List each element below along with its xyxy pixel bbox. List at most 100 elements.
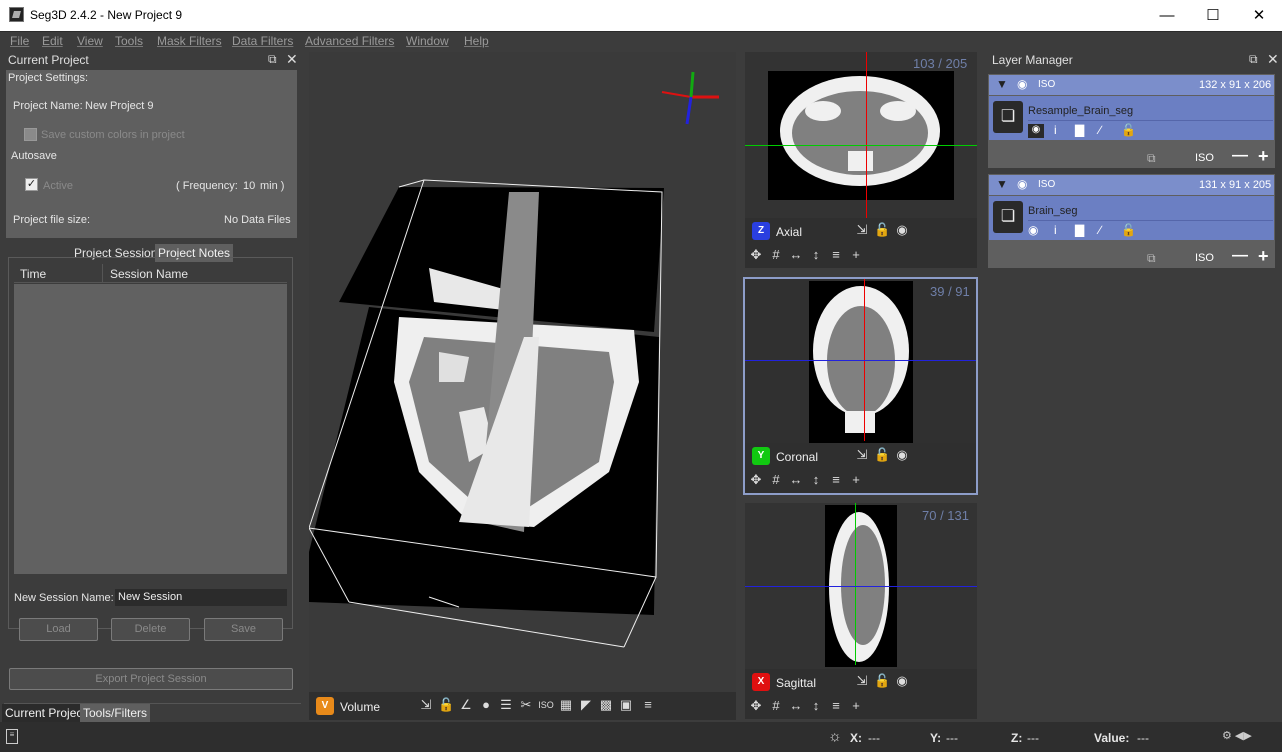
menu-data-filters[interactable]: Data Filters — [232, 34, 293, 48]
coronal-crosshair-icon[interactable]: ✥ — [748, 472, 764, 488]
axial-grid-icon[interactable]: # — [768, 247, 784, 263]
layer-histogram-icon[interactable]: ▇ — [1075, 223, 1084, 237]
group-eye-icon[interactable]: ◉ — [1017, 177, 1027, 191]
axial-plus-icon[interactable]: + — [848, 247, 864, 263]
coronal-menu-icon[interactable]: ≡ — [828, 472, 844, 488]
light-icon[interactable]: ● — [478, 697, 494, 713]
sagittal-viewport[interactable]: 70 / 131 — [745, 503, 977, 669]
axial-menu-icon[interactable]: ≡ — [828, 247, 844, 263]
layer-eye-icon[interactable]: ◉ — [1028, 223, 1038, 237]
column-time[interactable]: Time — [20, 267, 46, 281]
coronal-fit-icon[interactable]: ⇲ — [854, 447, 870, 463]
layer-name[interactable]: Resample_Brain_seg — [1028, 105, 1133, 117]
layer-brush-icon[interactable]: ∕ — [1099, 123, 1101, 137]
menu-mask-filters[interactable]: Mask Filters — [157, 34, 222, 48]
menu-tools[interactable]: Tools — [115, 34, 143, 48]
menu-view[interactable]: View — [77, 34, 103, 48]
coronal-eye-icon[interactable]: ◉ — [894, 447, 910, 463]
layer-close-icon[interactable]: ✕ — [1267, 51, 1279, 68]
sagittal-grid-icon[interactable]: # — [768, 698, 784, 714]
fit-icon[interactable]: ⇲ — [418, 697, 434, 713]
load-button[interactable]: Load — [19, 618, 98, 641]
coronal-lock-icon[interactable]: 🔓 — [874, 447, 890, 463]
layer-float-icon[interactable]: ⧉ — [1249, 52, 1258, 67]
status-tools-icon[interactable]: ⚙ ◀▶ — [1222, 729, 1252, 742]
float-icon[interactable]: ⧉ — [268, 52, 277, 67]
collapse-icon[interactable]: ▼ — [996, 77, 1008, 91]
layer-brush-icon[interactable]: ∕ — [1099, 223, 1101, 237]
lock-icon[interactable]: 🔓 — [438, 697, 454, 713]
tab-current-project[interactable]: Current Project — [2, 704, 89, 722]
layer-row[interactable]: ❏ Resample_Brain_seg ◉ i ▇ ∕ 🔓 — [989, 96, 1274, 140]
group-eye-icon[interactable]: ◉ — [1017, 77, 1027, 91]
menu-edit[interactable]: Edit — [42, 34, 63, 48]
sagittal-menu-icon[interactable]: ≡ — [828, 698, 844, 714]
axial-lock-icon[interactable]: 🔓 — [874, 222, 890, 238]
sagittal-badge[interactable]: X — [752, 673, 770, 691]
coronal-plus-icon[interactable]: + — [848, 472, 864, 488]
menu-window[interactable]: Window — [406, 34, 449, 48]
layer-eye-icon[interactable]: ◉ — [1028, 124, 1044, 138]
column-session-name[interactable]: Session Name — [110, 267, 188, 281]
layer-row[interactable]: ❏ Brain_seg ◉ i ▇ ∕ 🔓 — [989, 196, 1274, 240]
bbox-icon[interactable]: ▦ — [558, 697, 574, 713]
sagittal-lock-icon[interactable]: 🔓 — [874, 673, 890, 689]
sagittal-eye-icon[interactable]: ◉ — [894, 673, 910, 689]
tab-tools-filters[interactable]: Tools/Filters — [80, 704, 151, 722]
coronal-flip-v-icon[interactable]: ↕ — [808, 472, 824, 488]
layer-info-icon[interactable]: i — [1054, 223, 1057, 237]
add-layer-icon[interactable]: + — [1258, 146, 1269, 167]
axes-gizmo[interactable] — [661, 71, 719, 125]
layer-iso-button[interactable]: ISO — [1195, 252, 1214, 264]
slices-icon[interactable]: ☰ — [498, 697, 514, 713]
grid-icon[interactable]: ▣ — [618, 697, 634, 713]
sagittal-crosshair-icon[interactable]: ✥ — [748, 698, 764, 714]
autosave-active-checkbox[interactable]: ✓ — [25, 178, 38, 191]
axial-badge[interactable]: Z — [752, 222, 770, 240]
sagittal-flip-h-icon[interactable]: ↔ — [788, 698, 804, 714]
remove-layer-icon[interactable]: — — [1232, 147, 1248, 165]
iso-icon[interactable]: ISO — [538, 697, 554, 713]
log-icon[interactable]: ≡ — [6, 729, 18, 744]
volume-icon[interactable]: ▩ — [598, 697, 614, 713]
axial-flip-v-icon[interactable]: ↕ — [808, 247, 824, 263]
coronal-flip-h-icon[interactable]: ↔ — [788, 472, 804, 488]
layer-lock-icon[interactable]: 🔓 — [1121, 123, 1136, 137]
angle-icon[interactable]: ∠ — [458, 697, 474, 713]
overlay-icon[interactable]: ◤ — [578, 697, 594, 713]
volume-viewer[interactable] — [308, 52, 736, 692]
menu-advanced-filters[interactable]: Advanced Filters — [305, 34, 394, 48]
layer-info-icon[interactable]: i — [1054, 123, 1057, 137]
menu-icon[interactable]: ≡ — [640, 697, 656, 713]
sagittal-plus-icon[interactable]: + — [848, 698, 864, 714]
axial-eye-icon[interactable]: ◉ — [894, 222, 910, 238]
layer-group-header[interactable]: ▼ ◉ ISO 132 x 91 x 206 — [989, 75, 1274, 95]
layer-lock-icon[interactable]: 🔓 — [1121, 223, 1136, 237]
collapse-icon[interactable]: ▼ — [996, 177, 1008, 191]
sagittal-flip-v-icon[interactable]: ↕ — [808, 698, 824, 714]
volume-badge[interactable]: V — [316, 697, 334, 715]
layer-group-header[interactable]: ▼ ◉ ISO 131 x 91 x 205 — [989, 175, 1274, 195]
export-session-button[interactable]: Export Project Session — [9, 668, 293, 690]
globe-icon[interactable]: ☼ — [828, 728, 842, 745]
sessions-list[interactable] — [14, 284, 287, 574]
axial-viewport[interactable]: 103 / 205 — [745, 52, 977, 218]
axial-crosshair-icon[interactable]: ✥ — [748, 247, 764, 263]
layer-copy-icon[interactable]: ⧉ — [1147, 151, 1156, 166]
save-colors-checkbox[interactable] — [24, 128, 37, 141]
menu-file[interactable]: File — [10, 34, 29, 48]
minimize-button[interactable]: — — [1144, 0, 1190, 31]
add-layer-icon[interactable]: + — [1258, 246, 1269, 267]
save-button[interactable]: Save — [204, 618, 283, 641]
axial-fit-icon[interactable]: ⇲ — [854, 222, 870, 238]
delete-button[interactable]: Delete — [111, 618, 190, 641]
frequency-value[interactable]: 10 — [243, 180, 255, 192]
close-button[interactable]: ✕ — [1236, 0, 1282, 31]
remove-layer-icon[interactable]: — — [1232, 247, 1248, 265]
sagittal-fit-icon[interactable]: ⇲ — [854, 673, 870, 689]
volume-render[interactable] — [308, 52, 736, 692]
layer-histogram-icon[interactable]: ▇ — [1075, 123, 1084, 137]
layer-name[interactable]: Brain_seg — [1028, 205, 1078, 217]
coronal-grid-icon[interactable]: # — [768, 472, 784, 488]
coronal-badge[interactable]: Y — [752, 447, 770, 465]
